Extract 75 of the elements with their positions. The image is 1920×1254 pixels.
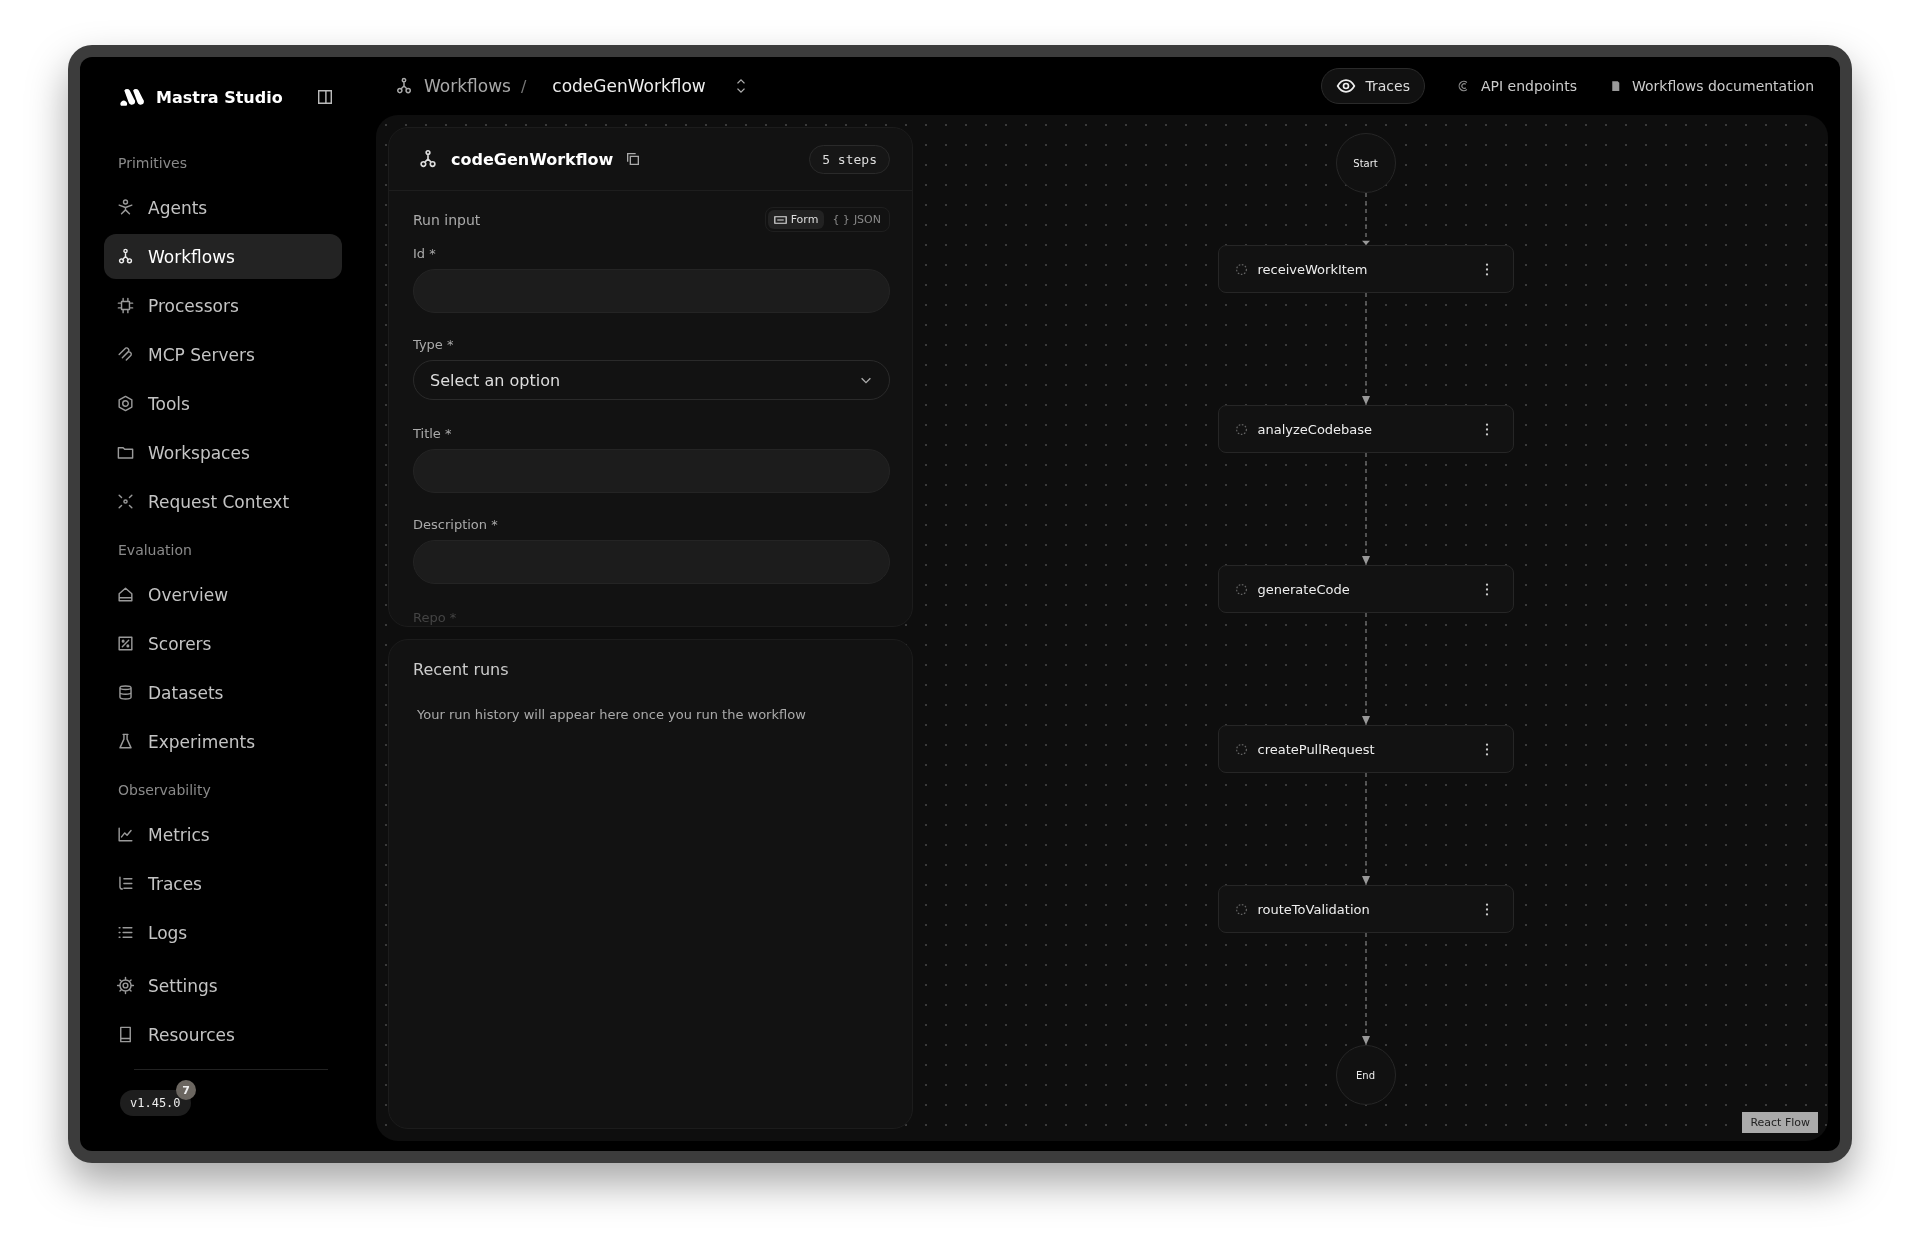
chip-icon [116,296,135,315]
sidebar-item[interactable]: Processors [104,283,342,328]
sidebar-item[interactable]: Workflows [104,234,342,279]
sidebar-item[interactable]: Agents [104,185,342,230]
section-heading: Observability [117,781,212,800]
recent-runs-title: Recent runs [413,660,510,679]
tree-list-icon [116,874,135,893]
home-icon [116,585,135,604]
sidebar-item[interactable]: MCP Servers [104,332,342,377]
sidebar-item[interactable]: Settings [104,963,342,1008]
sidebar-item[interactable]: Datasets [104,670,342,715]
step-node[interactable]: receiveWorkItem [1217,245,1514,293]
workflow-icon [394,76,414,96]
field-label: Title * [413,426,453,441]
attribution-link[interactable]: React Flow [1742,1112,1818,1133]
settings-icon [116,976,135,995]
status-circle-icon [1234,902,1248,916]
step-node[interactable]: createPullRequest [1217,725,1514,773]
squiggle-icon [116,345,135,364]
more-icon[interactable] [1484,902,1489,916]
sidebar-item[interactable]: Metrics [104,812,342,857]
step-node[interactable]: routeToValidation [1217,885,1514,933]
sidebar-item[interactable]: Scorers [104,621,342,666]
eye-icon [1335,76,1356,96]
field-label: Description * [413,517,499,532]
header-link[interactable]: Workflows documentation [1608,78,1814,94]
run-input-label: Run input [413,211,481,228]
logo-icon [118,86,146,108]
sidebar-item[interactable]: Tools [104,381,342,426]
breadcrumb-separator: / [520,76,527,96]
breadcrumb-current: codeGenWorkflow [552,76,706,96]
flask-icon [116,732,135,751]
sidebar-item[interactable]: Workspaces [104,430,342,475]
status-circle-icon [1234,262,1248,276]
field-label: Id * [413,246,437,261]
workflow-icon [116,247,135,266]
more-icon[interactable] [1484,742,1489,756]
mode-tab[interactable]: { } JSON [826,210,887,229]
workflow-icon [417,148,439,170]
sidebar-item[interactable]: Experiments [104,719,342,764]
more-icon[interactable] [1484,422,1489,436]
sidebar-item[interactable]: Logs [104,910,342,955]
brand-name: Mastra Studio [156,87,284,107]
line-chart-icon [116,825,135,844]
status-circle-icon [1234,422,1248,436]
scan-icon [116,492,135,511]
status-circle-icon [1234,582,1248,596]
field-label: Type * [413,337,455,352]
sidebar-item[interactable]: Resources [104,1012,342,1057]
more-icon[interactable] [1484,262,1489,276]
section-heading: Primitives [117,154,188,173]
section-heading: Evaluation [117,541,193,560]
step-node[interactable]: generateCode [1217,565,1514,613]
sidebar-toggle-icon[interactable] [316,88,334,106]
start-node[interactable]: Start [1335,133,1396,193]
database-icon [116,683,135,702]
end-node[interactable]: End [1335,1045,1396,1105]
more-icon[interactable] [1484,582,1489,596]
steps-badge: 5 steps [809,144,890,174]
sidebar-item[interactable]: Request Context [104,479,342,524]
percent-icon [116,634,135,653]
empty-message: Your run history will appear here once you run the workflow [416,707,807,722]
step-node[interactable]: analyzeCodebase [1217,405,1514,453]
workflow-title: codeGenWorkflow [451,149,614,169]
sidebar-item[interactable]: Traces [104,861,342,906]
sidebar-item[interactable]: Overview [104,572,342,617]
keyboard-icon [773,214,787,225]
hexagon-icon [116,394,135,413]
mode-tab[interactable]: Form [767,210,825,229]
breadcrumb-link[interactable]: Workflows [424,76,511,96]
header-link[interactable]: API endpoints [1456,78,1577,94]
copy-icon[interactable] [625,151,642,167]
header-link[interactable]: Traces [1320,68,1425,104]
figure-icon [116,198,135,217]
status-circle-icon [1234,742,1248,756]
